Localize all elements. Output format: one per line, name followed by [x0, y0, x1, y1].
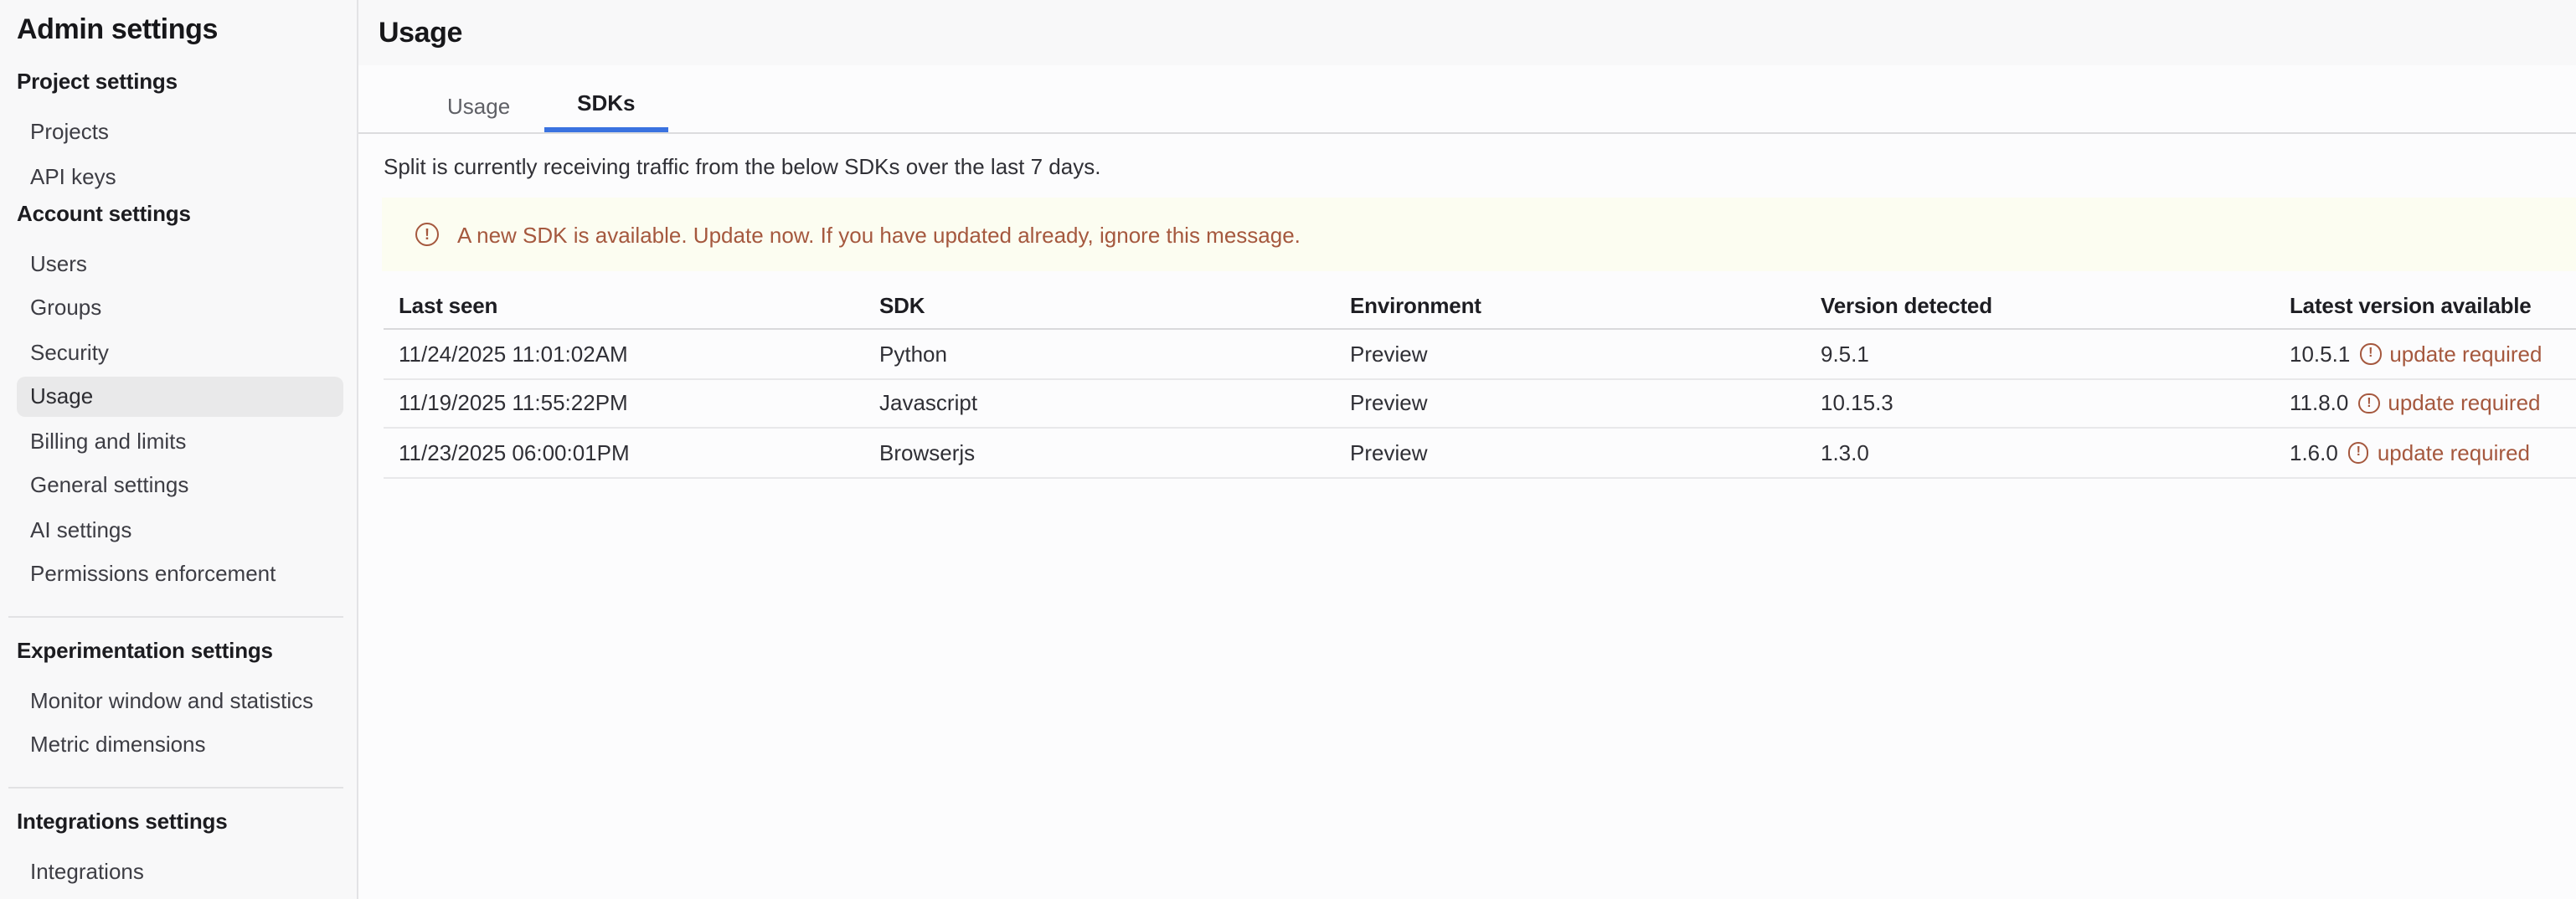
sdk-usage-table: Last seenSDKEnvironmentVersion detectedL…: [384, 281, 2576, 478]
sidebar-item-api-keys[interactable]: API keys: [17, 156, 343, 196]
page-header: Usage: [358, 0, 2576, 65]
latest-version-wrap: 10.5.1! update required: [2290, 342, 2576, 367]
alert-circle-icon: !: [2358, 393, 2379, 414]
sidebar-item-metric-dimensions[interactable]: Metric dimensions: [17, 724, 343, 764]
cell-version-detected: 9.5.1: [1806, 329, 2275, 378]
table-header-row: Last seenSDKEnvironmentVersion detectedL…: [384, 281, 2576, 329]
sidebar-divider: [8, 615, 343, 617]
admin-settings-page: Admin settings Project settingsProjectsA…: [0, 0, 2576, 899]
sidebar-item-security[interactable]: Security: [17, 331, 343, 372]
cell-latest-version: 1.6.0! update required: [2275, 428, 2576, 477]
cell-latest-version: 11.8.0! update required: [2275, 378, 2576, 428]
sidebar-section-items: UsersGroupsSecurityUsageBilling and limi…: [0, 243, 357, 593]
table-row: 11/19/2025 11:55:22PMJavascriptPreview10…: [384, 378, 2576, 428]
cell-environment: Preview: [1335, 329, 1806, 378]
cell-sdk: Javascript: [864, 378, 1335, 428]
sidebar-item-monitor-window-and-statistics[interactable]: Monitor window and statistics: [17, 680, 343, 720]
update-required-badge: update required: [2378, 440, 2530, 465]
sidebar-section: Account settings UsersGroupsSecurityUsage…: [0, 200, 357, 593]
cell-last-seen: 11/24/2025 11:01:02AM: [384, 329, 864, 378]
alert-circle-icon: !: [415, 223, 439, 246]
sidebar-section: Project settings ProjectsAPI keys: [0, 69, 357, 196]
sidebar-section-items: ProjectsAPI keys: [0, 111, 357, 196]
tab-usage[interactable]: Usage: [414, 79, 544, 132]
sidebar-section-label: Project settings: [17, 69, 357, 95]
sidebar-title: Admin settings: [17, 13, 357, 47]
column-header-version-detected: Version detected: [1806, 281, 2275, 329]
sidebar-item-projects[interactable]: Projects: [17, 111, 343, 152]
sidebar-item-groups[interactable]: Groups: [17, 287, 343, 327]
sidebar-item-integrations[interactable]: Integrations: [17, 850, 343, 891]
sidebar-divider: [8, 786, 343, 788]
latest-version-value: 11.8.0: [2290, 391, 2348, 416]
column-header-sdk: SDK: [864, 281, 1335, 329]
sidebar-section-label: Experimentation settings: [17, 637, 357, 664]
latest-version-wrap: 1.6.0! update required: [2290, 440, 2576, 465]
sidebar-item-users[interactable]: Users: [17, 243, 343, 283]
latest-version-value: 1.6.0: [2290, 440, 2338, 465]
cell-sdk: Python: [864, 329, 1335, 378]
sidebar-item-billing-and-limits[interactable]: Billing and limits: [17, 420, 343, 460]
column-header-environment: Environment: [1335, 281, 1806, 329]
table-body: 11/24/2025 11:01:02AMPythonPreview9.5.11…: [384, 329, 2576, 477]
update-required-badge: update required: [2389, 342, 2542, 367]
tab-strip: UsageSDKs: [358, 65, 2576, 134]
sidebar: Admin settings Project settingsProjectsA…: [0, 0, 358, 899]
sidebar-section-label: Integrations settings: [17, 808, 357, 835]
sidebar-section: Experimentation settings Monitor window a…: [0, 637, 357, 764]
table-row: 11/24/2025 11:01:02AMPythonPreview9.5.1 1…: [384, 329, 2576, 378]
cell-environment: Preview: [1335, 428, 1806, 477]
cell-sdk: Browserjs: [864, 428, 1335, 477]
alert-circle-icon: !: [2360, 343, 2381, 364]
cell-last-seen: 11/23/2025 06:00:01PM: [384, 428, 864, 477]
sdk-traffic-description: Split is currently receiving traffic fro…: [384, 154, 2576, 181]
sdk-update-banner: ! A new SDK is available. Update now. If…: [382, 198, 2576, 271]
cell-environment: Preview: [1335, 378, 1806, 428]
cell-latest-version: 10.5.1! update required: [2275, 329, 2576, 378]
update-required-badge: update required: [2388, 391, 2540, 416]
sidebar-nav: Project settingsProjectsAPI keysAccount …: [0, 69, 357, 891]
banner-text: A new SDK is available. Update now. If y…: [457, 222, 1301, 247]
sidebar-section: Integrations settings Integrations: [0, 808, 357, 891]
tab-sdks[interactable]: SDKs: [544, 79, 668, 132]
alert-circle-icon: !: [2348, 442, 2369, 463]
column-header-last-seen: Last seen: [384, 281, 864, 329]
sidebar-item-general-settings[interactable]: General settings: [17, 465, 343, 505]
sidebar-section-items: Monitor window and statisticsMetric dime…: [0, 680, 357, 764]
cell-version-detected: 10.15.3: [1806, 378, 2275, 428]
table-row: 11/23/2025 06:00:01PMBrowserjsPreview1.3…: [384, 428, 2576, 477]
latest-version-wrap: 11.8.0! update required: [2290, 391, 2576, 416]
viewport: Admin settings Project settingsProjectsA…: [0, 0, 2576, 899]
sidebar-section-items: Integrations: [0, 850, 357, 891]
latest-version-value: 10.5.1: [2290, 342, 2350, 367]
cell-version-detected: 1.3.0: [1806, 428, 2275, 477]
cell-last-seen: 11/19/2025 11:55:22PM: [384, 378, 864, 428]
sidebar-item-permissions-enforcement[interactable]: Permissions enforcement: [17, 553, 343, 593]
sidebar-section-label: Account settings: [17, 200, 357, 227]
main-content: Usage UsageSDKs Split is currently recei…: [358, 0, 2576, 899]
sidebar-item-ai-settings[interactable]: AI settings: [17, 509, 343, 549]
column-header-latest-version-available: Latest version available: [2275, 281, 2576, 329]
sidebar-item-usage[interactable]: Usage: [17, 376, 343, 416]
page-title: Usage: [379, 16, 462, 49]
